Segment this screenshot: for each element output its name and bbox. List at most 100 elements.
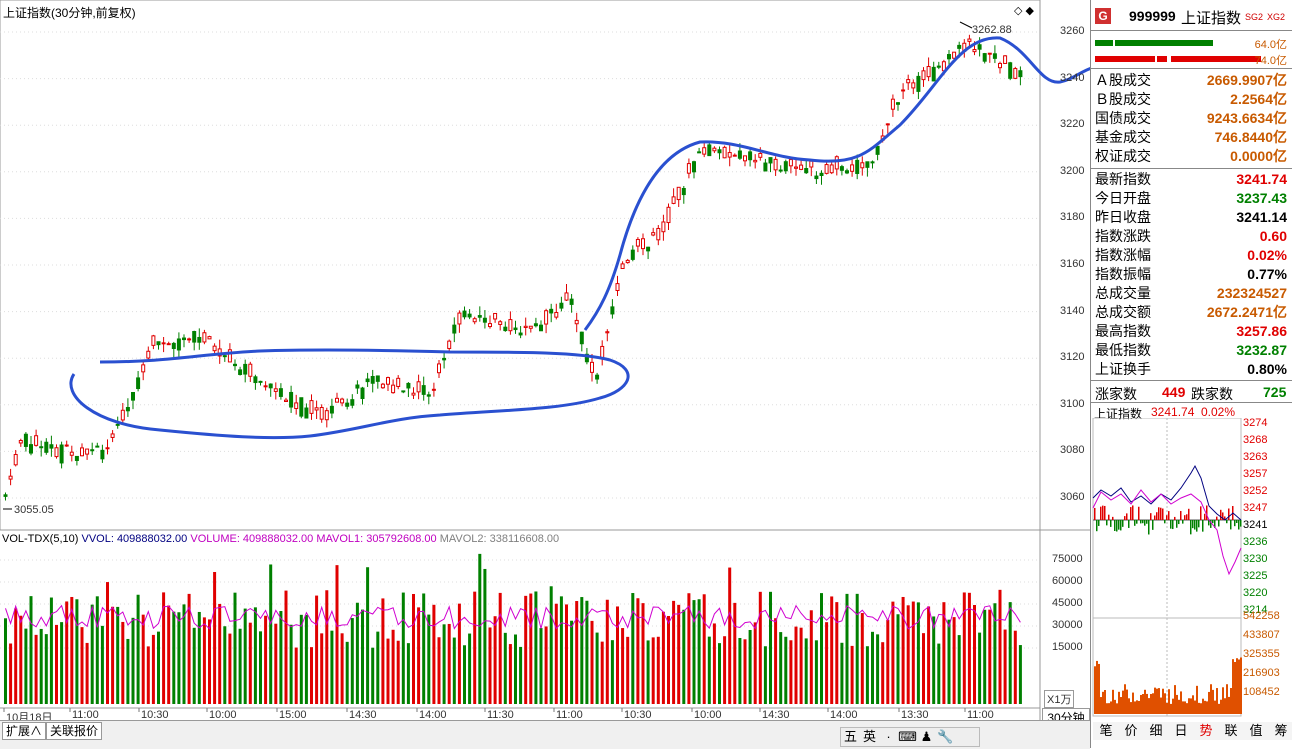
mini-updown-bar — [1102, 505, 1104, 520]
mini-volume-bar — [1110, 701, 1112, 714]
ime-toolbar[interactable]: 五英 · ⌨ ♟ 🔧 — [840, 727, 980, 747]
mini-volume-tick: 433807 — [1243, 629, 1280, 641]
stat-label: 最新指数 — [1095, 171, 1151, 187]
ime-wubi-icon[interactable]: 五 — [841, 728, 860, 746]
volume-bar — [804, 638, 808, 704]
mini-volume-tick: 108452 — [1243, 686, 1280, 698]
volume-bar — [820, 593, 823, 704]
volume-bar — [60, 622, 64, 704]
mini-updown-bar — [1172, 520, 1174, 530]
volume-bar — [814, 640, 818, 704]
turnover-label: 基金成交 — [1095, 129, 1151, 145]
mini-volume-bar — [1148, 698, 1150, 714]
mini-updown-bar — [1190, 520, 1192, 535]
mini-updown-bar — [1198, 520, 1200, 528]
mini-volume-bar — [1216, 688, 1218, 714]
volume-bar — [29, 596, 33, 704]
candle-body — [1003, 55, 1008, 64]
turnover-row: 基金成交 746.8440亿 — [1095, 128, 1289, 147]
volume-bar — [111, 606, 115, 704]
candle-body — [156, 341, 161, 346]
volume-bar — [916, 602, 920, 704]
volume-bar — [840, 642, 844, 704]
candle-body — [635, 238, 640, 247]
side-tab-0[interactable]: 笔 — [1093, 722, 1120, 740]
candle-body — [707, 144, 712, 157]
side-tab-5[interactable]: 联 — [1218, 722, 1245, 740]
candle-body — [401, 390, 406, 393]
volume-bar — [39, 628, 43, 704]
candle-body — [554, 311, 559, 318]
mavol1-value: MAVOL1: 305792608.00 — [316, 533, 437, 545]
side-tab-4[interactable]: 势 — [1193, 722, 1220, 740]
ime-settings-icon[interactable]: 🔧 — [936, 728, 955, 746]
volume-bar — [44, 634, 48, 704]
candle-body — [105, 447, 110, 450]
tab-related-quotes[interactable]: 关联报价 — [46, 722, 103, 740]
annotation-trend-line — [583, 36, 1090, 331]
candle-body — [829, 164, 834, 174]
candle-body — [508, 319, 513, 332]
side-tab-3[interactable]: 日 — [1168, 722, 1195, 740]
volume-bar — [952, 617, 956, 704]
candle-body — [207, 336, 212, 340]
candle-body — [523, 325, 528, 328]
ime-user-icon[interactable]: ♟ — [917, 728, 936, 746]
volume-bar — [24, 628, 28, 704]
candle-body — [34, 435, 39, 446]
bar1-value: 64.0亿 — [1254, 39, 1287, 51]
mini-updown-bar — [1124, 516, 1126, 520]
candle-body — [238, 369, 243, 375]
candle-body — [329, 405, 334, 414]
volume-bar — [65, 601, 69, 704]
side-tab-6[interactable]: 值 — [1243, 722, 1270, 740]
volume-bar — [973, 604, 976, 704]
candle-body — [161, 342, 166, 345]
ime-punct-icon[interactable]: · — [879, 728, 898, 746]
mini-volume-bar — [1190, 698, 1192, 714]
kline-chart[interactable] — [0, 0, 1090, 720]
candle-body — [539, 324, 543, 332]
volume-bar — [957, 635, 961, 704]
candle-body — [380, 383, 385, 389]
volume-axis-tick: 45000 — [1052, 597, 1083, 609]
mini-updown-bar — [1122, 520, 1124, 527]
volume-bar — [100, 625, 104, 704]
candle-body — [839, 166, 844, 171]
volume-bar — [590, 620, 594, 704]
candle-body — [278, 388, 283, 397]
side-tab-2[interactable]: 细 — [1143, 722, 1170, 740]
vol-indicator-name[interactable]: VOL-TDX(5,10) — [2, 533, 78, 545]
candle-body — [692, 161, 696, 173]
volume-bar — [610, 640, 614, 704]
mini-updown-bar — [1132, 505, 1134, 520]
side-tab-7[interactable]: 筹 — [1268, 722, 1292, 740]
ime-keyboard-icon[interactable]: ⌨ — [898, 728, 917, 746]
candle-body — [411, 392, 416, 396]
tab-extend[interactable]: 扩展∧ — [2, 722, 47, 740]
side-tab-1[interactable]: 价 — [1118, 722, 1145, 740]
candle-body — [982, 53, 987, 62]
volume-bar — [468, 633, 472, 704]
mini-price-tick: 3274 — [1243, 417, 1268, 429]
price-axis-tick: 3160 — [1060, 258, 1085, 270]
volume-bar — [1013, 630, 1017, 704]
candle-body — [202, 332, 207, 343]
volume-bar — [774, 618, 778, 704]
candle-body — [13, 454, 18, 466]
badge-sg2[interactable]: SG2 — [1245, 12, 1263, 22]
chart-options-icon[interactable]: ◇ ◆ — [1014, 4, 1034, 17]
badge-xg2[interactable]: XG2 — [1267, 12, 1285, 22]
volume-bar — [264, 615, 268, 704]
volume-bar — [350, 618, 354, 704]
ime-english-icon[interactable]: 英 — [860, 728, 879, 746]
mini-volume-bar — [1094, 666, 1096, 714]
mini-volume-bar — [1174, 685, 1176, 714]
volume-bar — [325, 590, 329, 704]
volume-bar — [310, 647, 313, 704]
price-axis-tick: 3120 — [1060, 351, 1085, 364]
mini-updown-bar — [1230, 520, 1232, 530]
candle-body — [319, 406, 324, 420]
volume-bar — [503, 632, 507, 704]
candle-body — [987, 52, 992, 55]
